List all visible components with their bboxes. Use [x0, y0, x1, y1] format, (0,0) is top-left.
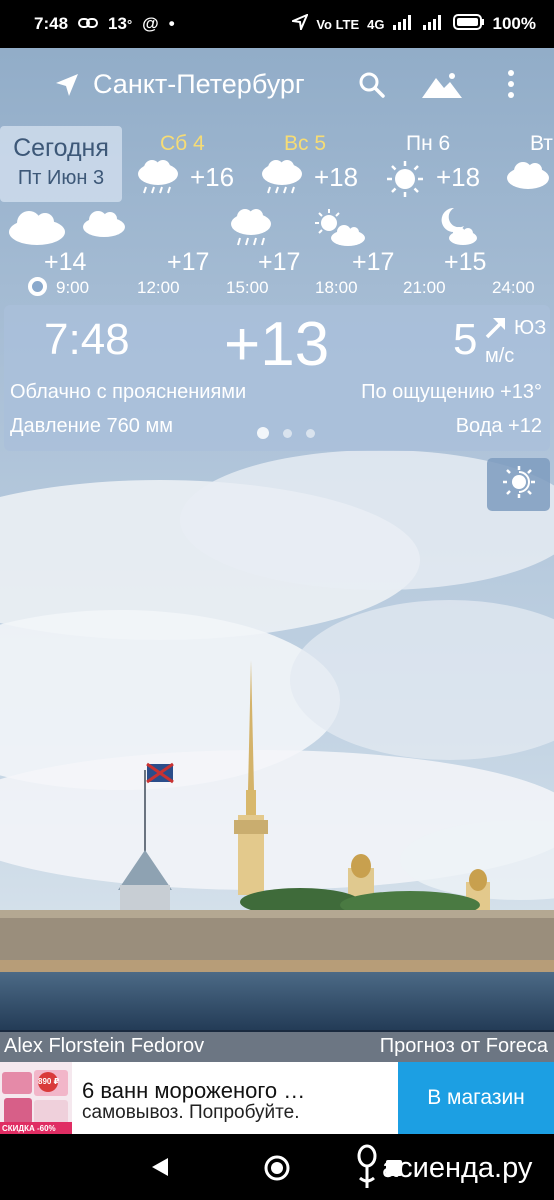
theme-toggle-button[interactable]	[487, 458, 550, 511]
battery-icon	[452, 13, 485, 35]
ad-banner[interactable]: 890 ₽ СКИДКА -60% 6 ванн мороженого … са…	[0, 1062, 554, 1134]
day-name: Сб 4	[160, 132, 205, 155]
cloud-icon	[8, 210, 66, 251]
moon-cloud-icon	[436, 206, 478, 253]
day-temp: +16	[190, 162, 235, 192]
cloud-icon	[506, 160, 550, 195]
home-icon[interactable]	[263, 1154, 291, 1187]
current-conditions-card[interactable]: 7:48 +13 5 ЮЗ м/с Облачно с прояснениями…	[4, 305, 550, 451]
rain-cloud-icon	[136, 160, 180, 201]
ad-thumb-price: 890 ₽	[38, 1077, 60, 1086]
hour-temp: +14	[44, 248, 87, 276]
feels-like: По ощущению +13°	[361, 381, 542, 403]
photo-credits-bar: Alex Florstein Fedorov Прогноз от Foreca	[0, 1030, 554, 1062]
sun-cloud-icon	[314, 208, 366, 253]
day-temp: +18	[436, 162, 481, 192]
more-options-icon[interactable]	[506, 68, 516, 105]
watermark-text: асиенда.ру	[382, 1152, 533, 1184]
app-toolbar: Санкт-Петербург	[0, 62, 554, 108]
rain-cloud-icon	[260, 160, 304, 201]
page-indicator	[257, 427, 315, 439]
search-icon[interactable]	[357, 70, 387, 105]
cloud-icon	[82, 210, 126, 243]
page-dot	[283, 428, 292, 438]
hour-time: 9:00	[56, 278, 90, 297]
watermark: асиенда.ру	[352, 1138, 552, 1196]
day-name: Вт	[530, 132, 553, 155]
hour-time: 15:00	[226, 278, 269, 297]
signal-icon	[392, 14, 415, 35]
current-time: 7:48	[44, 315, 130, 364]
daily-forecast: Сегодня Пт Июн 3 Сб 4 +16 Вс 5 +18 Пн 6 …	[0, 126, 554, 202]
hour-temp: +17	[167, 248, 210, 276]
location-arrow-icon	[289, 12, 310, 35]
at-icon: @	[142, 14, 159, 33]
volte-badge: Vo LTE	[316, 16, 360, 32]
current-temperature: +13	[224, 310, 330, 379]
today-date: Пт Июн 3	[17, 167, 105, 189]
wind-direction: ЮЗ	[514, 317, 547, 339]
wind-unit: м/с	[485, 345, 515, 367]
hourly-forecast: +14 +17 +17 +17 +15 9:00 12:00 15:00 18:…	[0, 202, 554, 298]
network-type: 4G	[367, 16, 385, 32]
city-name[interactable]: Санкт-Петербург	[93, 69, 305, 100]
day-name: Пн 6	[406, 132, 451, 155]
page-dot	[306, 428, 315, 438]
hour-time: 24:00	[492, 278, 535, 297]
day-name: Вс 5	[284, 132, 327, 155]
pressure: Давление 760 мм	[10, 415, 173, 437]
link-icon	[78, 14, 99, 34]
forecast-provider[interactable]: Прогноз от Foreca	[380, 1035, 548, 1058]
back-icon[interactable]	[150, 1156, 170, 1183]
today-label: Сегодня	[13, 134, 109, 162]
hour-time: 21:00	[403, 278, 446, 297]
location-icon[interactable]	[54, 72, 80, 103]
hour-temp: +15	[444, 248, 487, 276]
hour-temp: +17	[352, 248, 395, 276]
ad-thumbnail[interactable]: 890 ₽ СКИДКА -60%	[0, 1062, 72, 1134]
notification-dot: •	[168, 14, 175, 33]
hour-time: 12:00	[137, 278, 180, 297]
landscape-icon[interactable]	[420, 70, 464, 105]
ad-thumb-badge: СКИДКА -60%	[2, 1124, 56, 1133]
photo-author[interactable]: Alex Florstein Fedorov	[4, 1035, 204, 1058]
hour-time: 18:00	[315, 278, 358, 297]
ad-shop-button[interactable]: В магазин	[398, 1062, 554, 1134]
day-today[interactable]: Сегодня Пт Июн 3	[0, 126, 122, 202]
wind-arrow-icon	[483, 315, 509, 346]
status-bar: 7:48 13° @ • Vo LTE 4G 100%	[0, 0, 554, 48]
battery-percent: 100%	[492, 14, 536, 33]
day-temp: +18	[314, 162, 359, 192]
sun-theme-icon	[502, 465, 536, 504]
status-time: 7:48	[34, 14, 69, 33]
signal-icon-2	[422, 14, 445, 35]
water-temperature: Вода +12	[455, 415, 542, 437]
status-temp-badge: 13°	[108, 14, 133, 33]
wind-speed: 5	[453, 315, 478, 364]
current-time-marker	[28, 277, 47, 296]
ad-title[interactable]: 6 ванн мороженого …	[82, 1078, 305, 1104]
hour-temp: +17	[258, 248, 301, 276]
weather-condition: Облачно с прояснениями	[10, 381, 247, 403]
watermark-logo-icon	[354, 1144, 380, 1200]
rain-cloud-icon	[230, 208, 272, 253]
sun-icon	[386, 160, 424, 203]
page-dot-active	[257, 427, 269, 439]
ad-subtitle[interactable]: самовывоз. Попробуйте.	[82, 1102, 300, 1124]
